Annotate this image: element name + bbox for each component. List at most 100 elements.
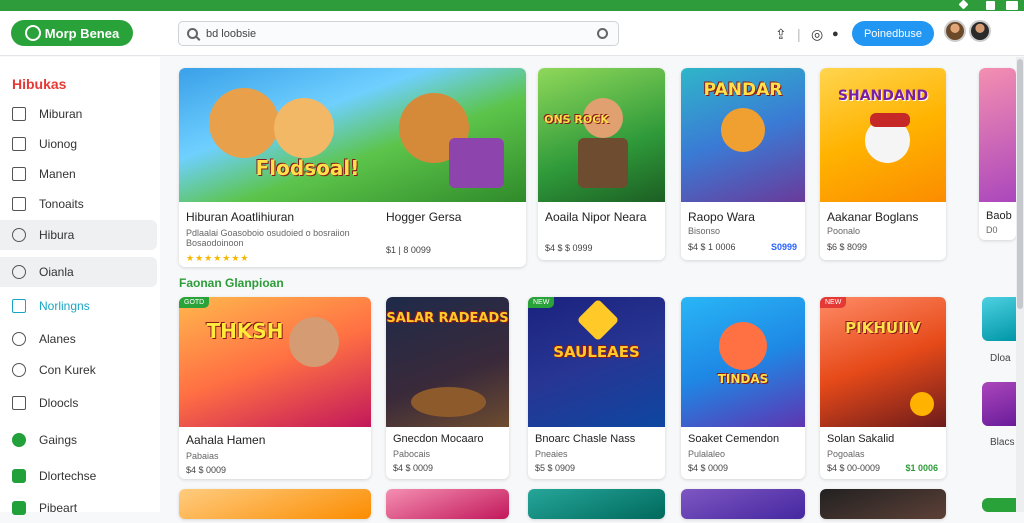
search-submit-icon[interactable]	[597, 28, 608, 39]
calendar-icon	[12, 197, 26, 211]
game-card[interactable]	[386, 489, 509, 519]
card-title: Aahala Hamen	[186, 433, 266, 447]
sidebar-item-label: Hibura	[39, 228, 75, 242]
game-art-title: SHANDAND	[837, 88, 929, 104]
search-bar[interactable]	[178, 21, 619, 46]
status-bar	[0, 0, 1024, 11]
card-subtitle: Pulalaleo	[688, 449, 726, 459]
game-card[interactable]	[820, 489, 946, 519]
divider: |	[797, 26, 801, 42]
card-title: Raopo Wara	[688, 210, 755, 224]
tv-icon	[12, 299, 26, 313]
scrollbar[interactable]	[1016, 57, 1024, 512]
list-icon	[12, 396, 26, 410]
game-card[interactable]: SAULEAES NEW Bnoarc Chasle Nass Pneaies …	[528, 297, 665, 479]
app-logo[interactable]: Morp Benea	[11, 20, 133, 46]
card-title: Hiburan Aoatlihiuran	[186, 210, 295, 224]
card-meta: $4 $ 1 0006	[688, 242, 736, 252]
sidebar-item[interactable]: Miburan	[0, 99, 157, 129]
game-card[interactable]	[179, 489, 371, 519]
signin-button[interactable]: Poinedbuse	[852, 21, 934, 46]
top-header: Morp Benea ⇪ | ◎ ● Poinedbuse	[0, 11, 1024, 56]
game-card[interactable]: TINDAS Soaket Cemendon Pulalaleo $4 $ 00…	[681, 297, 805, 479]
card-title: Aoaila Nipor Neara	[545, 210, 647, 224]
scrollbar-thumb[interactable]	[1017, 59, 1023, 309]
game-card[interactable]: SHANDAND Aakanar Boglans Poonalo $6 $ 80…	[820, 68, 946, 260]
card-subtitle: Pabocais	[393, 449, 431, 459]
game-card[interactable]: PIKHUIIV NEW Solan Sakalid Pogoalas $4 $…	[820, 297, 946, 479]
peek-card[interactable]	[982, 297, 1016, 341]
tag-icon	[12, 332, 26, 346]
sidebar-item[interactable]: Uionog	[0, 129, 157, 159]
avatar[interactable]	[944, 20, 966, 42]
game-card[interactable]: PANDAR Raopo Wara Bisonso $4 $ 1 0006 S0…	[681, 68, 805, 260]
search-input[interactable]	[206, 27, 610, 40]
upload-icon[interactable]: ⇪	[775, 26, 787, 43]
game-art: SHANDAND	[820, 68, 946, 202]
card-meta: $1 | 8 0099	[386, 245, 431, 255]
sidebar-item[interactable]: Gaings	[0, 425, 157, 455]
card-meta: $6 $ 8099	[827, 242, 868, 252]
game-art-title: PIKHUIIV	[845, 319, 921, 337]
phone-icon	[12, 167, 26, 181]
sidebar-item-label: Dlortechse	[39, 469, 97, 483]
sidebar-item[interactable]: Norlingns	[0, 291, 157, 321]
chat-icon	[12, 265, 26, 279]
card-title: Soaket Cemendon	[688, 433, 780, 445]
section-title: Faonan Glanpioan	[179, 276, 284, 290]
peek-card[interactable]	[982, 498, 1016, 512]
sidebar-item-label: Gaings	[39, 433, 78, 447]
card-subtitle: D0	[986, 225, 998, 235]
logo-mark-icon	[24, 25, 41, 41]
rating-stars: ★★★★★★★	[186, 253, 250, 263]
sidebar-item-label: Con Kurek	[39, 363, 96, 377]
sidebar-item[interactable]: Hibura	[0, 220, 157, 250]
sidebar-item-label: Uionog	[39, 137, 78, 151]
card-title: Hogger Gersa	[386, 210, 462, 224]
battery-icon	[1006, 1, 1018, 10]
featured-card[interactable]: Flodsoal! Hiburan Aoatlihiuran Pdlaalai …	[179, 68, 526, 267]
card-subtitle: Bisonso	[688, 226, 721, 236]
card-meta: $4 $ $ 0999	[545, 243, 593, 253]
signal-icon	[986, 1, 995, 10]
edit-icon	[12, 107, 26, 121]
help-icon[interactable]: ●	[832, 28, 839, 40]
game-card[interactable]	[528, 489, 665, 519]
game-card[interactable]: SALAR RADEADS Gnecdon Mocaaro Pabocais $…	[386, 297, 509, 479]
avatar-secondary[interactable]	[969, 20, 991, 42]
sidebar-item-label: Norlingns	[39, 299, 90, 313]
sidebar-item-label: Tonoaits	[39, 197, 84, 211]
status-badge: GOTD	[179, 297, 210, 308]
sidebar-item[interactable]: Dloocls	[0, 388, 157, 418]
card-subtitle: Pogoalas	[827, 449, 865, 459]
game-art: SALAR RADEADS	[386, 297, 509, 427]
sidebar-item[interactable]: Manen	[0, 159, 157, 189]
peek-card-label: Dloa	[990, 353, 1011, 364]
card-meta: $4 $ 0009	[393, 463, 434, 473]
notification-icon[interactable]: ◎	[811, 26, 823, 43]
game-card-peek[interactable]: Baob D0	[979, 68, 1016, 240]
game-card[interactable]	[681, 489, 805, 519]
peek-card[interactable]	[982, 382, 1016, 426]
card-title: Solan Sakalid	[827, 433, 895, 445]
sidebar-item-label: Miburan	[39, 107, 83, 121]
search-icon	[187, 28, 198, 39]
game-art-title: TINDAS	[717, 372, 769, 386]
sidebar-item[interactable]: Oianla	[0, 257, 157, 287]
sidebar-item[interactable]: Con Kurek	[0, 355, 157, 385]
game-art: THKSH	[179, 297, 371, 427]
game-art: PANDAR	[681, 68, 805, 202]
sidebar-item[interactable]: Pibeart	[0, 493, 157, 523]
card-price: S0999	[770, 242, 797, 252]
game-art: ONS ROCK	[538, 68, 665, 202]
sidebar-item[interactable]: Alanes	[0, 324, 157, 354]
logo-text: Morp Benea	[44, 25, 120, 41]
game-art-title: SALAR RADEADS	[386, 311, 509, 326]
sidebar-item[interactable]: Dlortechse	[0, 461, 157, 491]
sidebar-item[interactable]: Tonoaits	[0, 189, 157, 219]
status-badge: NEW	[820, 297, 847, 308]
peek-card-label: Blacs	[990, 437, 1015, 448]
sidebar: Hibukas Miburan Uionog Manen Tonoaits Hi…	[0, 57, 160, 515]
game-card[interactable]: ONS ROCK Aoaila Nipor Neara $4 $ $ 0999	[538, 68, 665, 260]
game-card[interactable]: THKSH GOTD Aahala Hamen Pabaias $4 $ 000…	[179, 297, 371, 479]
